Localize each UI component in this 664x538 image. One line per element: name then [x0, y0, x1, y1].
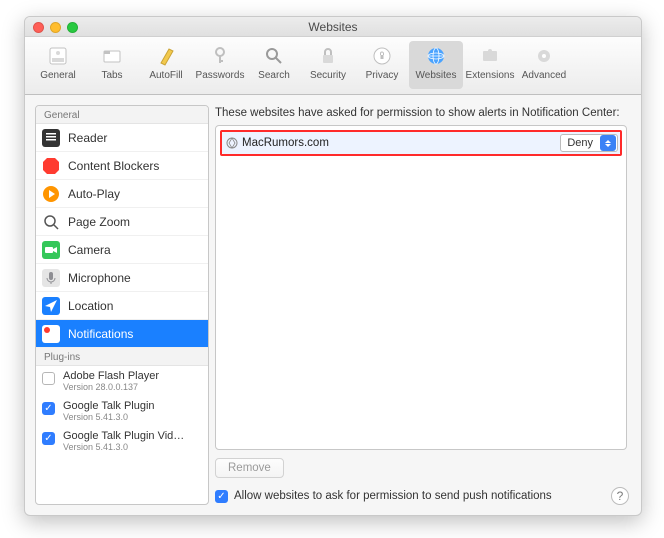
tab-tabs[interactable]: Tabs — [85, 41, 139, 89]
sidebar-item-label: Page Zoom — [68, 215, 130, 229]
plugin-version: Version 28.0.0.137 — [63, 382, 159, 392]
tab-general[interactable]: General — [31, 41, 85, 89]
tab-label: Tabs — [101, 70, 122, 81]
gear-icon — [531, 43, 557, 69]
sidebar-item-notifications[interactable]: Notifications — [36, 320, 208, 348]
tab-label: Search — [258, 70, 290, 81]
plugin-item[interactable]: Google Talk PluginVersion 5.41.3.0 — [36, 396, 208, 426]
sidebar-item-label: Auto-Play — [68, 187, 120, 201]
tabs-icon — [99, 43, 125, 69]
tab-security[interactable]: Security — [301, 41, 355, 89]
sidebar-item-label: Camera — [68, 243, 111, 257]
description-text: These websites have asked for permission… — [215, 107, 627, 119]
tab-label: Websites — [416, 70, 457, 81]
plugin-checkbox[interactable] — [42, 372, 55, 385]
sidebar-section-general: General — [36, 106, 208, 124]
plugin-checkbox[interactable] — [42, 402, 55, 415]
tab-label: Passwords — [196, 70, 245, 81]
plugin-item[interactable]: Adobe Flash PlayerVersion 28.0.0.137 — [36, 366, 208, 396]
main-panel: These websites have asked for permission… — [209, 95, 641, 515]
site-favicon — [222, 137, 242, 149]
zoom-icon — [42, 213, 60, 231]
tab-label: Security — [310, 70, 346, 81]
sidebar-item-auto-play[interactable]: Auto-Play — [36, 180, 208, 208]
website-row[interactable]: MacRumors.com Deny — [222, 132, 620, 154]
close-window-button[interactable] — [33, 22, 44, 33]
microphone-icon — [42, 269, 60, 287]
tab-label: Privacy — [366, 70, 399, 81]
sidebar-item-reader[interactable]: Reader — [36, 124, 208, 152]
extensions-icon — [477, 43, 503, 69]
tab-search[interactable]: Search — [247, 41, 301, 89]
website-list: MacRumors.com Deny — [215, 125, 627, 450]
sidebar-item-label: Notifications — [68, 327, 133, 341]
search-icon — [261, 43, 287, 69]
tab-label: AutoFill — [149, 70, 182, 81]
plugin-version: Version 5.41.3.0 — [63, 412, 155, 422]
websites-icon — [423, 43, 449, 69]
sidebar-item-label: Location — [68, 299, 113, 313]
sidebar-list: General Reader Content Blockers Auto-Pla… — [35, 105, 209, 505]
sidebar-item-camera[interactable]: Camera — [36, 236, 208, 264]
sidebar-item-content-blockers[interactable]: Content Blockers — [36, 152, 208, 180]
zoom-window-button[interactable] — [67, 22, 78, 33]
plugin-name: Google Talk Plugin — [63, 400, 155, 412]
window-title: Websites — [25, 20, 641, 34]
play-icon — [42, 185, 60, 203]
reader-icon — [42, 129, 60, 147]
plugin-name: Google Talk Plugin Vid… — [63, 430, 184, 442]
plugin-checkbox[interactable] — [42, 432, 55, 445]
camera-icon — [42, 241, 60, 259]
titlebar: Websites — [25, 17, 641, 37]
sidebar-item-label: Reader — [68, 131, 107, 145]
permission-dropdown[interactable]: Deny — [560, 134, 618, 152]
remove-button[interactable]: Remove — [215, 458, 284, 478]
allow-checkbox[interactable] — [215, 490, 228, 503]
tab-label: Extensions — [466, 70, 515, 81]
general-icon — [45, 43, 71, 69]
sidebar-item-location[interactable]: Location — [36, 292, 208, 320]
tab-websites[interactable]: Websites — [409, 41, 463, 89]
allow-checkbox-label: Allow websites to ask for permission to … — [234, 490, 552, 502]
tab-label: Advanced — [522, 70, 566, 81]
site-name: MacRumors.com — [242, 137, 560, 149]
sidebar: General Reader Content Blockers Auto-Pla… — [25, 95, 209, 515]
bottom-controls: Remove — [215, 458, 627, 478]
privacy-icon — [369, 43, 395, 69]
tab-advanced[interactable]: Advanced — [517, 41, 571, 89]
location-icon — [42, 297, 60, 315]
stop-icon — [42, 157, 60, 175]
sidebar-section-plugins: Plug-ins — [36, 348, 208, 366]
tab-extensions[interactable]: Extensions — [463, 41, 517, 89]
dropdown-arrows-icon — [600, 135, 616, 151]
toolbar: General Tabs AutoFill Passwords Search S… — [25, 37, 641, 95]
tab-label: General — [40, 70, 76, 81]
notifications-icon — [42, 325, 60, 343]
autofill-icon — [153, 43, 179, 69]
passwords-icon — [207, 43, 233, 69]
sidebar-item-page-zoom[interactable]: Page Zoom — [36, 208, 208, 236]
minimize-window-button[interactable] — [50, 22, 61, 33]
tab-privacy[interactable]: Privacy — [355, 41, 409, 89]
lock-icon — [315, 43, 341, 69]
preferences-window: Websites General Tabs AutoFill Passwords… — [24, 16, 642, 516]
tab-passwords[interactable]: Passwords — [193, 41, 247, 89]
sidebar-item-microphone[interactable]: Microphone — [36, 264, 208, 292]
plugin-item[interactable]: Google Talk Plugin Vid…Version 5.41.3.0 — [36, 426, 208, 456]
window-controls — [33, 22, 78, 33]
plugin-name: Adobe Flash Player — [63, 370, 159, 382]
content-area: General Reader Content Blockers Auto-Pla… — [25, 95, 641, 515]
allow-permission-row: Allow websites to ask for permission to … — [215, 488, 627, 503]
permission-value: Deny — [561, 137, 599, 149]
plugin-version: Version 5.41.3.0 — [63, 442, 184, 452]
highlight-annotation: MacRumors.com Deny — [220, 130, 622, 156]
help-button[interactable]: ? — [611, 487, 629, 505]
sidebar-item-label: Microphone — [68, 271, 131, 285]
sidebar-item-label: Content Blockers — [68, 159, 159, 173]
tab-autofill[interactable]: AutoFill — [139, 41, 193, 89]
